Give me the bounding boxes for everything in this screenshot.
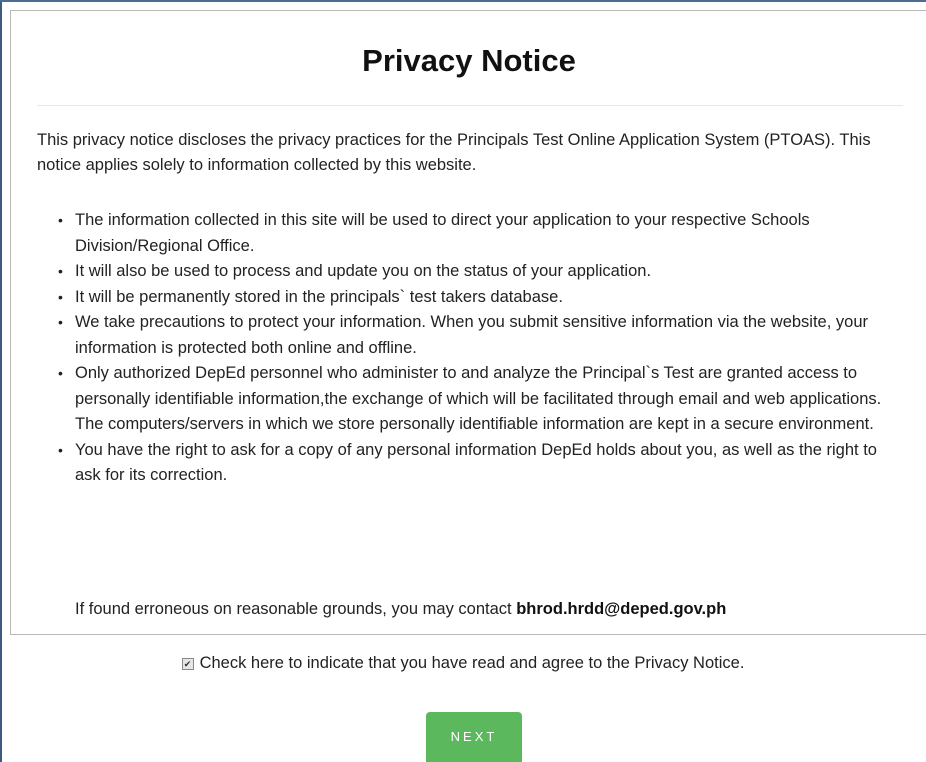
window-frame-top — [0, 0, 926, 2]
bullet-icon: • — [58, 263, 63, 279]
next-button[interactable]: NEXT — [426, 712, 522, 762]
list-item: • It will be permanently stored in the pr… — [58, 285, 907, 311]
window-frame-left — [0, 0, 2, 762]
list-item: • Only authorized DepEd personnel who adm… — [58, 361, 907, 438]
bullet-icon: • — [58, 365, 63, 381]
contact-line: If found erroneous on reasonable grounds… — [75, 597, 726, 622]
policy-list: • The information collected in this site … — [37, 208, 907, 489]
list-item: • You have the right to ask for a copy of… — [58, 438, 907, 489]
contact-email: bhrod.hrdd@deped.gov.ph — [516, 600, 727, 618]
list-item-text: You have the right to ask for a copy of … — [75, 440, 877, 485]
list-item: • It will also be used to process and upd… — [58, 259, 907, 285]
bullet-icon: • — [58, 314, 63, 330]
intro-paragraph: This privacy notice discloses the privac… — [37, 131, 871, 174]
bullet-icon: • — [58, 212, 63, 228]
list-item-text: We take precautions to protect your info… — [75, 313, 868, 357]
list-item-text: It will be permanently stored in the pri… — [75, 287, 563, 306]
list-item-text: It will also be used to process and upda… — [75, 262, 652, 280]
list-item-text: Only authorized DepEd personnel who admi… — [75, 364, 882, 433]
contact-text: If found erroneous on reasonable grounds… — [75, 600, 517, 618]
agree-label[interactable]: Check here to indicate that you have rea… — [200, 654, 745, 672]
list-item: • The information collected in this site … — [58, 208, 907, 259]
page-title: Privacy Notice — [362, 43, 576, 78]
list-item-text: The information collected in this site w… — [75, 211, 810, 255]
checkmark-icon: ✔ — [183, 659, 192, 669]
agreement-row: ✔ Check here to indicate that you have re… — [0, 652, 926, 674]
bullet-icon: • — [58, 441, 63, 458]
bullet-icon: • — [58, 288, 63, 305]
title-divider — [37, 105, 903, 106]
agree-checkbox[interactable]: ✔ — [181, 658, 194, 670]
list-item: • We take precautions to protect your inf… — [58, 310, 907, 361]
privacy-notice-panel: Privacy Notice This privacy notice discl… — [10, 10, 926, 635]
